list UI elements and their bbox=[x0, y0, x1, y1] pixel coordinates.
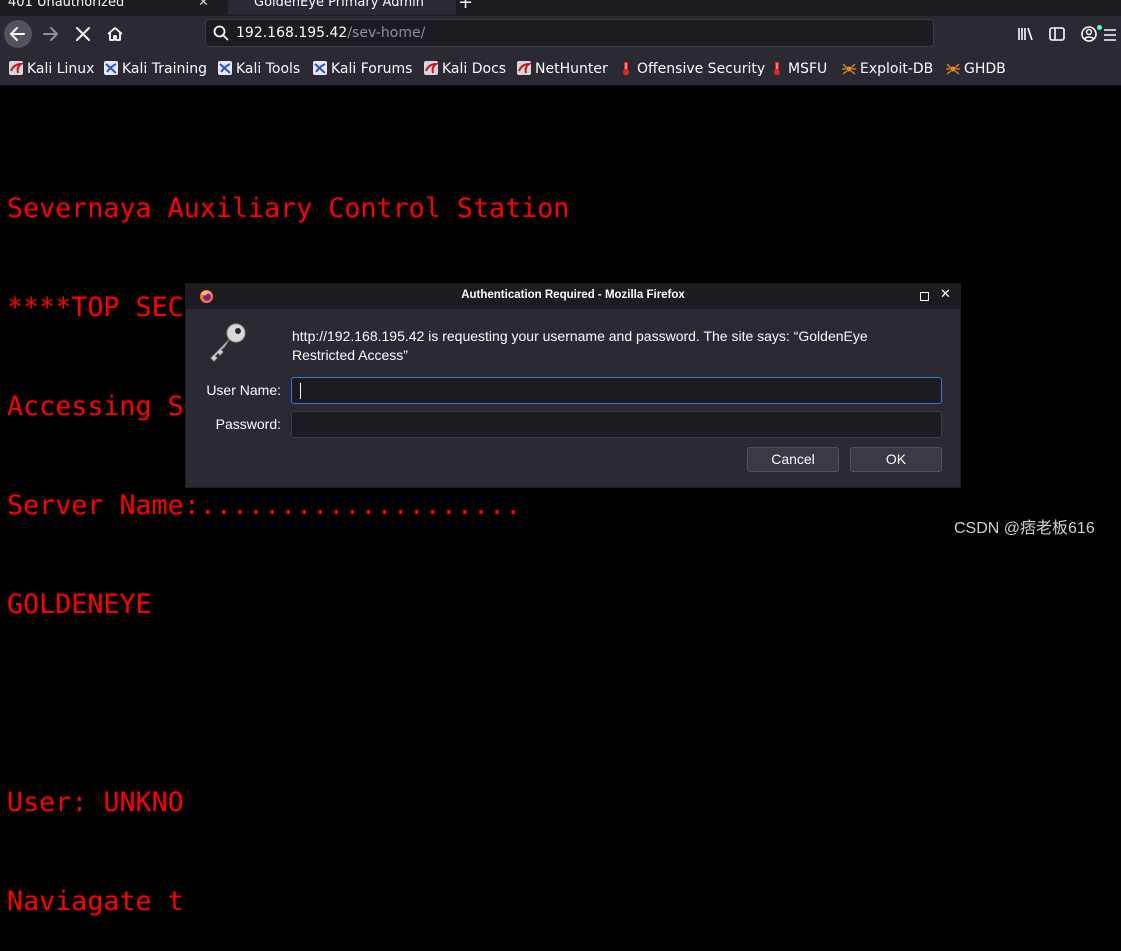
sidebar-icon[interactable] bbox=[1047, 24, 1067, 44]
dialog-message: http://192.168.195.42 is requesting your… bbox=[292, 328, 868, 363]
bookmarks-toolbar: Kali Linux Kali Training Kali Tools Kali… bbox=[0, 53, 1121, 86]
bookmark-nethunter[interactable]: NetHunter bbox=[517, 60, 608, 78]
bookmark-ghdb[interactable]: GHDB bbox=[946, 60, 1006, 78]
home-button[interactable] bbox=[102, 21, 128, 47]
tab-goldeneye[interactable]: GoldenEye Primary Admin bbox=[228, 0, 456, 15]
bookmark-kali-docs[interactable]: Kali Docs bbox=[424, 60, 506, 78]
tab-401-unauthorized[interactable]: 401 Unauthorized ✕ bbox=[8, 0, 218, 15]
cancel-button[interactable]: Cancel bbox=[747, 447, 839, 472]
page-content: Severnaya Auxiliary Control Station ****… bbox=[7, 126, 569, 951]
ok-button[interactable]: OK bbox=[850, 447, 942, 472]
bookmark-label: Kali Docs bbox=[442, 61, 507, 77]
offsec-icon bbox=[774, 62, 780, 75]
page-line: GOLDENEYE bbox=[7, 589, 152, 620]
tab-label: GoldenEye Primary Admin bbox=[254, 0, 424, 10]
bookmark-label: Kali Forums bbox=[331, 61, 413, 77]
bookmark-offensive-security[interactable]: Offensive Security bbox=[619, 60, 765, 78]
arrow-left-icon bbox=[10, 27, 25, 41]
page-line: Naviagate t bbox=[7, 886, 184, 917]
bookmark-label: GHDB bbox=[964, 61, 1006, 77]
back-button[interactable] bbox=[4, 20, 32, 48]
bookmark-label: Kali Tools bbox=[236, 61, 301, 77]
library-icon[interactable] bbox=[1016, 24, 1036, 44]
text-caret bbox=[300, 383, 301, 399]
username-field[interactable] bbox=[291, 377, 942, 404]
bookmark-label: NetHunter bbox=[535, 61, 608, 77]
bookmark-label: Offensive Security bbox=[637, 61, 766, 77]
password-field[interactable] bbox=[291, 411, 942, 438]
tab-close-icon[interactable]: ✕ bbox=[198, 0, 209, 15]
page-line: User: UNKNO bbox=[7, 787, 184, 818]
menu-icon[interactable] bbox=[1100, 27, 1120, 47]
url-host: 192.168.195.42 bbox=[236, 25, 348, 41]
url-text[interactable]: 192.168.195.42/sev-home/ bbox=[236, 25, 425, 41]
kali-dragon-icon bbox=[9, 61, 23, 75]
username-label: User Name: bbox=[206, 382, 281, 398]
stop-button[interactable] bbox=[70, 21, 96, 47]
auth-dialog: Authentication Required - Mozilla Firefo… bbox=[185, 283, 961, 488]
password-label: Password: bbox=[215, 416, 281, 432]
page-line bbox=[7, 687, 569, 720]
bookmark-label: Kali Linux bbox=[27, 61, 95, 77]
bookmark-label: Exploit-DB bbox=[860, 61, 934, 77]
bookmark-exploit-db[interactable]: Exploit-DB bbox=[842, 60, 933, 78]
bookmark-msfu[interactable]: MSFU bbox=[770, 60, 827, 78]
bookmark-label: Kali Training bbox=[122, 61, 207, 77]
page-line: Server Name:.................... bbox=[7, 490, 522, 521]
arrow-right-icon bbox=[43, 27, 58, 41]
kali-dragon-icon bbox=[517, 61, 531, 75]
kali-icon bbox=[218, 61, 232, 75]
watermark: CSDN @痞老板616 bbox=[954, 520, 1095, 537]
update-badge bbox=[1097, 25, 1102, 30]
maximize-icon[interactable] bbox=[920, 292, 929, 301]
forward-button[interactable] bbox=[38, 21, 64, 47]
new-tab-icon[interactable]: + bbox=[458, 0, 473, 15]
kali-icon bbox=[313, 61, 327, 75]
kali-dragon-icon bbox=[424, 61, 438, 75]
kali-icon bbox=[104, 61, 118, 75]
bookmark-kali-linux[interactable]: Kali Linux bbox=[9, 60, 94, 78]
tab-strip: 401 Unauthorized ✕ GoldenEye Primary Adm… bbox=[0, 0, 1121, 16]
navigation-bar: 192.168.195.42/sev-home/ bbox=[0, 16, 1121, 53]
search-icon bbox=[213, 25, 229, 41]
bookmark-kali-forums[interactable]: Kali Forums bbox=[313, 60, 412, 78]
home-icon bbox=[107, 27, 123, 41]
close-icon[interactable]: ✕ bbox=[940, 287, 951, 302]
page-line: Severnaya Auxiliary Control Station bbox=[7, 193, 570, 224]
stop-icon bbox=[76, 27, 90, 41]
bookmark-label: MSFU bbox=[788, 61, 828, 77]
offsec-icon bbox=[623, 62, 629, 75]
dialog-titlebar[interactable]: Authentication Required - Mozilla Firefo… bbox=[186, 284, 960, 309]
bookmark-kali-training[interactable]: Kali Training bbox=[104, 60, 207, 78]
bookmark-kali-tools[interactable]: Kali Tools bbox=[218, 60, 300, 78]
tab-label: 401 Unauthorized bbox=[8, 0, 125, 10]
spider-icon bbox=[842, 63, 856, 75]
spider-icon bbox=[946, 63, 960, 75]
url-path: /sev-home/ bbox=[347, 25, 426, 41]
url-bar[interactable]: 192.168.195.42/sev-home/ bbox=[205, 19, 934, 47]
account-icon[interactable] bbox=[1079, 24, 1099, 44]
dialog-title: Authentication Required - Mozilla Firefo… bbox=[461, 289, 685, 301]
key-icon bbox=[210, 323, 246, 362]
